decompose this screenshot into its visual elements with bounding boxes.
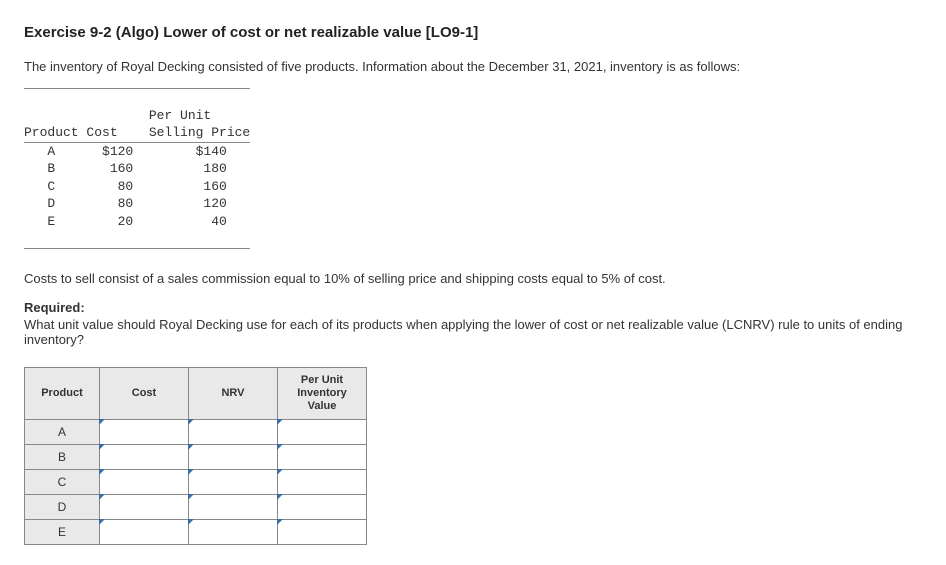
edit-indicator-icon	[277, 469, 283, 475]
edit-indicator-icon	[99, 519, 105, 525]
required-text: What unit value should Royal Decking use…	[24, 317, 904, 347]
edit-indicator-icon	[99, 469, 105, 475]
data-row-a: A $120 $140	[24, 143, 250, 161]
data-row-b: B 160 180	[24, 160, 250, 178]
costs-note: Costs to sell consist of a sales commiss…	[24, 271, 922, 286]
edit-indicator-icon	[188, 469, 194, 475]
edit-indicator-icon	[99, 494, 105, 500]
answer-input-nrv[interactable]	[189, 420, 278, 445]
answer-input-nrv[interactable]	[189, 470, 278, 495]
answer-input-cost[interactable]	[100, 495, 189, 520]
edit-indicator-icon	[99, 419, 105, 425]
edit-indicator-icon	[188, 519, 194, 525]
edit-indicator-icon	[277, 494, 283, 500]
answer-row-product: A	[25, 420, 100, 445]
answer-row-product: C	[25, 470, 100, 495]
answer-row: C	[25, 470, 367, 495]
answer-header-product: Product	[25, 367, 100, 420]
answer-input-cost[interactable]	[100, 470, 189, 495]
intro-text: The inventory of Royal Decking consisted…	[24, 59, 922, 74]
answer-header-cost: Cost	[100, 367, 189, 420]
data-row-e: E 20 40	[24, 213, 250, 231]
answer-table: Product Cost NRV Per UnitInventoryValue …	[24, 367, 367, 546]
required-label: Required:	[24, 300, 922, 315]
answer-row: E	[25, 520, 367, 545]
edit-indicator-icon	[99, 444, 105, 450]
answer-input-cost[interactable]	[100, 420, 189, 445]
given-data-table: Per UnitProduct Cost Selling Price A $12…	[24, 88, 250, 249]
answer-input-cost[interactable]	[100, 445, 189, 470]
edit-indicator-icon	[277, 419, 283, 425]
answer-input-inv[interactable]	[278, 420, 367, 445]
answer-input-inv[interactable]	[278, 520, 367, 545]
answer-input-nrv[interactable]	[189, 495, 278, 520]
data-row-c: C 80 160	[24, 178, 250, 196]
edit-indicator-icon	[188, 419, 194, 425]
answer-input-cost[interactable]	[100, 520, 189, 545]
edit-indicator-icon	[188, 444, 194, 450]
answer-input-inv[interactable]	[278, 445, 367, 470]
answer-row: A	[25, 420, 367, 445]
answer-row: D	[25, 495, 367, 520]
answer-header-nrv: NRV	[189, 367, 278, 420]
exercise-title: Exercise 9-2 (Algo) Lower of cost or net…	[24, 24, 922, 41]
data-row-d: D 80 120	[24, 195, 250, 213]
answer-row-product: D	[25, 495, 100, 520]
answer-input-inv[interactable]	[278, 470, 367, 495]
answer-input-nrv[interactable]	[189, 520, 278, 545]
answer-input-inv[interactable]	[278, 495, 367, 520]
answer-row-product: E	[25, 520, 100, 545]
answer-input-nrv[interactable]	[189, 445, 278, 470]
answer-header-inventory-value: Per UnitInventoryValue	[278, 367, 367, 420]
edit-indicator-icon	[277, 519, 283, 525]
per-unit-header: Per Unit	[24, 107, 250, 125]
answer-row: B	[25, 445, 367, 470]
answer-row-product: B	[25, 445, 100, 470]
edit-indicator-icon	[188, 494, 194, 500]
column-headers: Product Cost Selling Price	[24, 124, 250, 142]
edit-indicator-icon	[277, 444, 283, 450]
